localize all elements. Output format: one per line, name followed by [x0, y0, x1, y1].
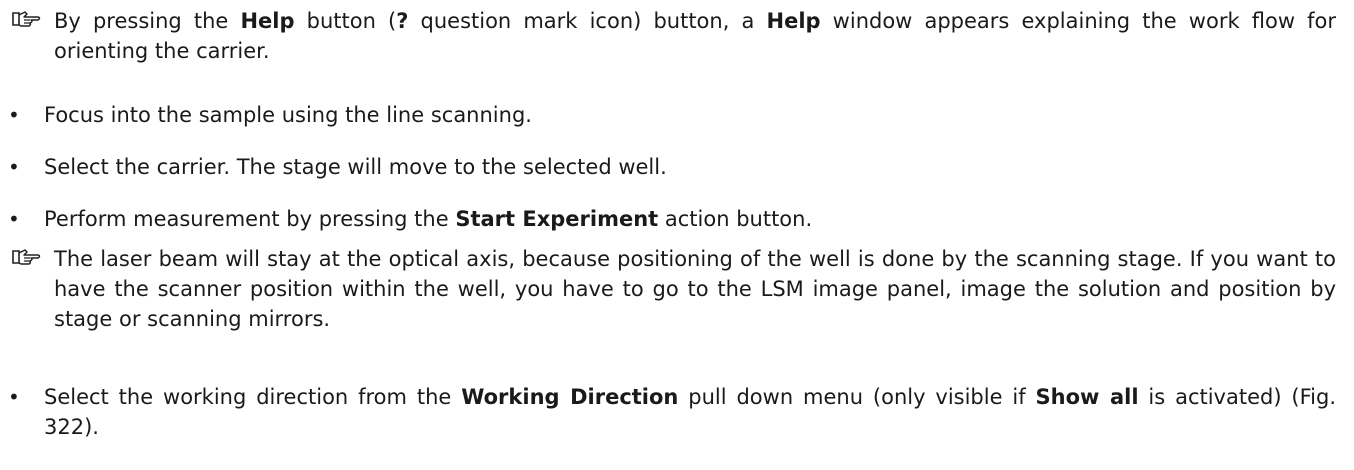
document-page: By pressing the Help button (? question …	[0, 0, 1354, 470]
list-item-text: Select the carrier. The stage will move …	[44, 155, 667, 179]
list-item-text: Select the working direction from the Wo…	[44, 385, 1337, 439]
note-text: By pressing the Help button (? question …	[54, 9, 1336, 63]
bullet-marker: •	[8, 103, 20, 127]
pointing-hand-icon	[0, 6, 54, 29]
bullet-marker: •	[8, 385, 20, 409]
pointing-hand-icon	[0, 244, 54, 267]
note-help-button: By pressing the Help button (? question …	[0, 6, 1336, 66]
list-item-text: Perform measurement by pressing the Star…	[44, 207, 813, 231]
list-item: • Focus into the sample using the line s…	[0, 100, 1336, 130]
note-text: The laser beam will stay at the optical …	[54, 247, 1336, 331]
list-item-text: Focus into the sample using the line sca…	[44, 103, 532, 127]
note-laser-beam: The laser beam will stay at the optical …	[0, 244, 1336, 334]
list-item: • Select the carrier. The stage will mov…	[0, 152, 1336, 182]
list-item: • Select the working direction from the …	[0, 382, 1336, 442]
bullet-marker: •	[8, 155, 20, 179]
list-item: • Perform measurement by pressing the St…	[0, 204, 1336, 234]
bullet-marker: •	[8, 207, 20, 231]
